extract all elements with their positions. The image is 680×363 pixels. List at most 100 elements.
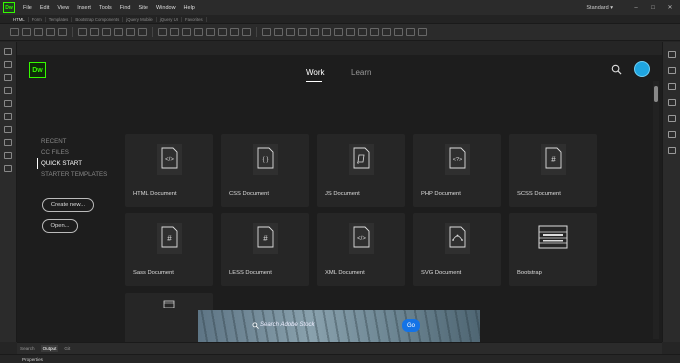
tab-search[interactable]: Search [20,346,35,351]
paragraph-icon[interactable] [34,28,43,36]
dom-icon[interactable] [667,83,676,90]
file-icon[interactable] [4,48,12,55]
main-icon[interactable] [194,28,203,36]
li-icon[interactable] [102,28,111,36]
video-icon[interactable] [334,28,343,36]
tab-output[interactable]: Output [40,345,59,352]
card-css-document[interactable]: { } CSS Document [221,134,309,207]
card-scss-document[interactable]: # SCSS Document [509,134,597,207]
minimize-icon[interactable]: – [630,5,642,11]
files-icon[interactable] [667,147,676,154]
menu-file[interactable]: File [19,5,36,11]
menu-window[interactable]: Window [152,5,180,11]
properties-label[interactable]: Properties [22,357,43,362]
card-js-document[interactable]: JS Document [317,134,405,207]
anchor-icon[interactable] [138,28,147,36]
insert-tab-bootstrap-components[interactable]: Bootstrap Components [72,16,124,22]
create-new-button[interactable]: Create new... [42,198,94,212]
menu-insert[interactable]: Insert [73,5,95,11]
app-logo: Dw [3,2,15,13]
card-svg-document[interactable]: SVG Document [413,213,501,286]
filter-icon[interactable] [4,113,12,120]
card-sass-document[interactable]: # Sass Document [125,213,213,286]
nav-recent[interactable]: RECENT [41,136,107,147]
menu-site[interactable]: Site [135,5,152,11]
nav-cc-files[interactable]: CC FILES [41,147,107,158]
search-icon[interactable] [611,64,622,75]
card-bootstrap[interactable]: Bootstrap [509,213,597,286]
close-icon[interactable]: ✕ [664,4,676,11]
tab-learn[interactable]: Learn [351,68,371,77]
cc-libraries-icon[interactable] [667,115,676,122]
email-link-icon[interactable] [126,28,135,36]
canvas-icon[interactable] [358,28,367,36]
card-html-document[interactable]: </> HTML Document [125,134,213,207]
figure-icon[interactable] [242,28,251,36]
script-icon[interactable] [262,28,271,36]
library-icon[interactable] [418,28,427,36]
scrollbar-thumb[interactable] [654,86,658,102]
menu-view[interactable]: View [53,5,73,11]
section-icon[interactable] [230,28,239,36]
insert-tab-jquery-mobile[interactable]: jQuery Mobile [123,16,157,22]
div-icon[interactable] [10,28,19,36]
flash-icon[interactable] [382,28,391,36]
aside-icon[interactable] [206,28,215,36]
hr-icon[interactable] [274,28,283,36]
card-label: CSS Document [229,191,269,197]
snippets-icon[interactable] [667,99,676,106]
footer-icon[interactable] [170,28,179,36]
format-icon[interactable] [4,74,12,81]
wrap-icon[interactable] [4,152,12,159]
comment-icon[interactable] [4,139,12,146]
card-xml-document[interactable]: </> XML Document [317,213,405,286]
character-icon[interactable] [322,28,331,36]
animate-icon[interactable] [370,28,379,36]
sitemap-icon[interactable] [667,51,676,58]
tab-git[interactable]: Git [64,346,70,351]
insert-tab-html[interactable]: HTML [10,16,29,22]
avatar[interactable] [634,61,650,77]
nav-starter-templates[interactable]: STARTER TEMPLATES [41,169,107,180]
heading-icon[interactable] [46,28,55,36]
audio-icon[interactable] [346,28,355,36]
card-less-document[interactable]: # LESS Document [221,213,309,286]
hyperlink-icon[interactable] [114,28,123,36]
article-icon[interactable] [218,28,227,36]
table-icon[interactable] [58,28,67,36]
insert-tab-form[interactable]: Form [29,16,46,22]
menu-tools[interactable]: Tools [95,5,116,11]
open-button[interactable]: Open... [42,219,78,233]
insert-tab-templates[interactable]: Templates [46,16,73,22]
go-button[interactable]: Go [402,319,420,332]
nav-quick-start[interactable]: QUICK START [37,158,107,169]
assets-icon[interactable] [667,67,676,74]
meta-icon[interactable] [286,28,295,36]
menu-find[interactable]: Find [116,5,135,11]
image-icon[interactable] [22,28,31,36]
menu-edit[interactable]: Edit [36,5,53,11]
stock-search-input[interactable]: Search Adobe Stock [260,322,314,328]
insert-tab-jquery-ui[interactable]: jQuery UI [157,16,182,22]
indent-icon[interactable] [4,87,12,94]
ol-icon[interactable] [90,28,99,36]
iframe-icon[interactable] [310,28,319,36]
tab-work[interactable]: Work [306,68,325,77]
more-icon[interactable] [4,165,12,172]
refresh-icon[interactable] [4,100,12,107]
plugin-icon[interactable] [394,28,403,36]
workspace-switcher[interactable]: Standard ▾ [586,5,613,11]
scrollbar[interactable] [653,81,659,339]
header-icon[interactable] [158,28,167,36]
template-icon[interactable] [406,28,415,36]
brush-icon[interactable] [4,126,12,133]
css-designer-icon[interactable] [667,131,676,138]
nav-icon[interactable] [182,28,191,36]
maximize-icon[interactable]: □ [647,5,659,11]
menu-help[interactable]: Help [180,5,199,11]
card-php-document[interactable]: <?> PHP Document [413,134,501,207]
comment-icon[interactable] [298,28,307,36]
insert-tab-favorites[interactable]: Favorites [182,16,207,22]
swap-icon[interactable] [4,61,12,68]
ul-icon[interactable] [78,28,87,36]
